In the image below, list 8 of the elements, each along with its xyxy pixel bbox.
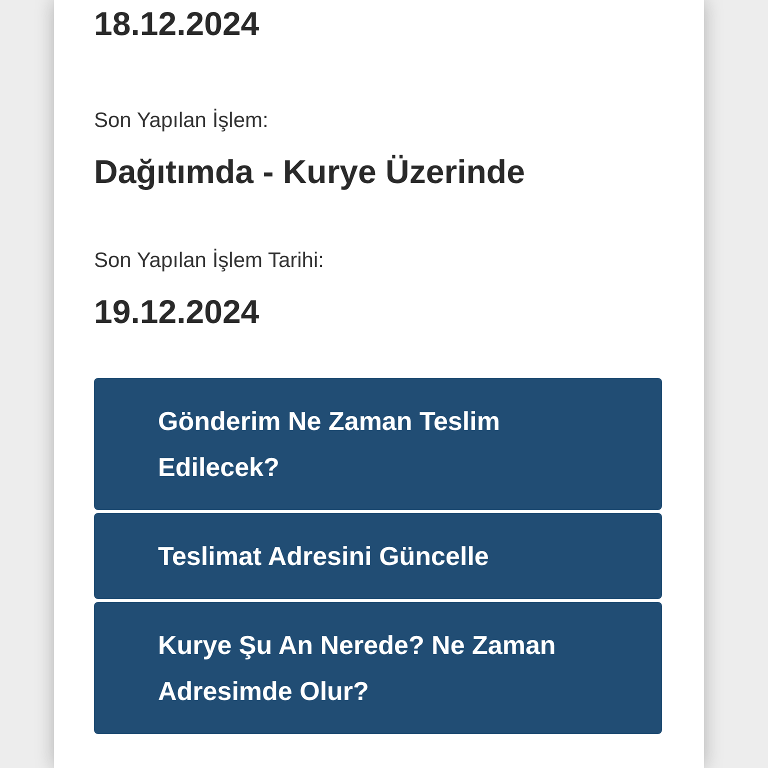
field-value: 18.12.2024 [94,4,260,44]
action-button[interactable]: Gönderim Ne Zaman Teslim Edilecek? [94,378,662,510]
field-label: Son Yapılan İşlem Tarihi: [94,248,325,274]
field-value: Dağıtımda - Kurye Üzerinde [94,152,526,192]
field-label: Son Yapılan İşlem: [94,108,270,134]
action-button[interactable]: Kurye Şu An Nerede? Ne Zaman Adresimde Olur? [94,602,662,734]
field-value: 19.12.2024 [94,292,260,332]
action-button[interactable]: Teslimat Adresini Güncelle [94,513,662,599]
